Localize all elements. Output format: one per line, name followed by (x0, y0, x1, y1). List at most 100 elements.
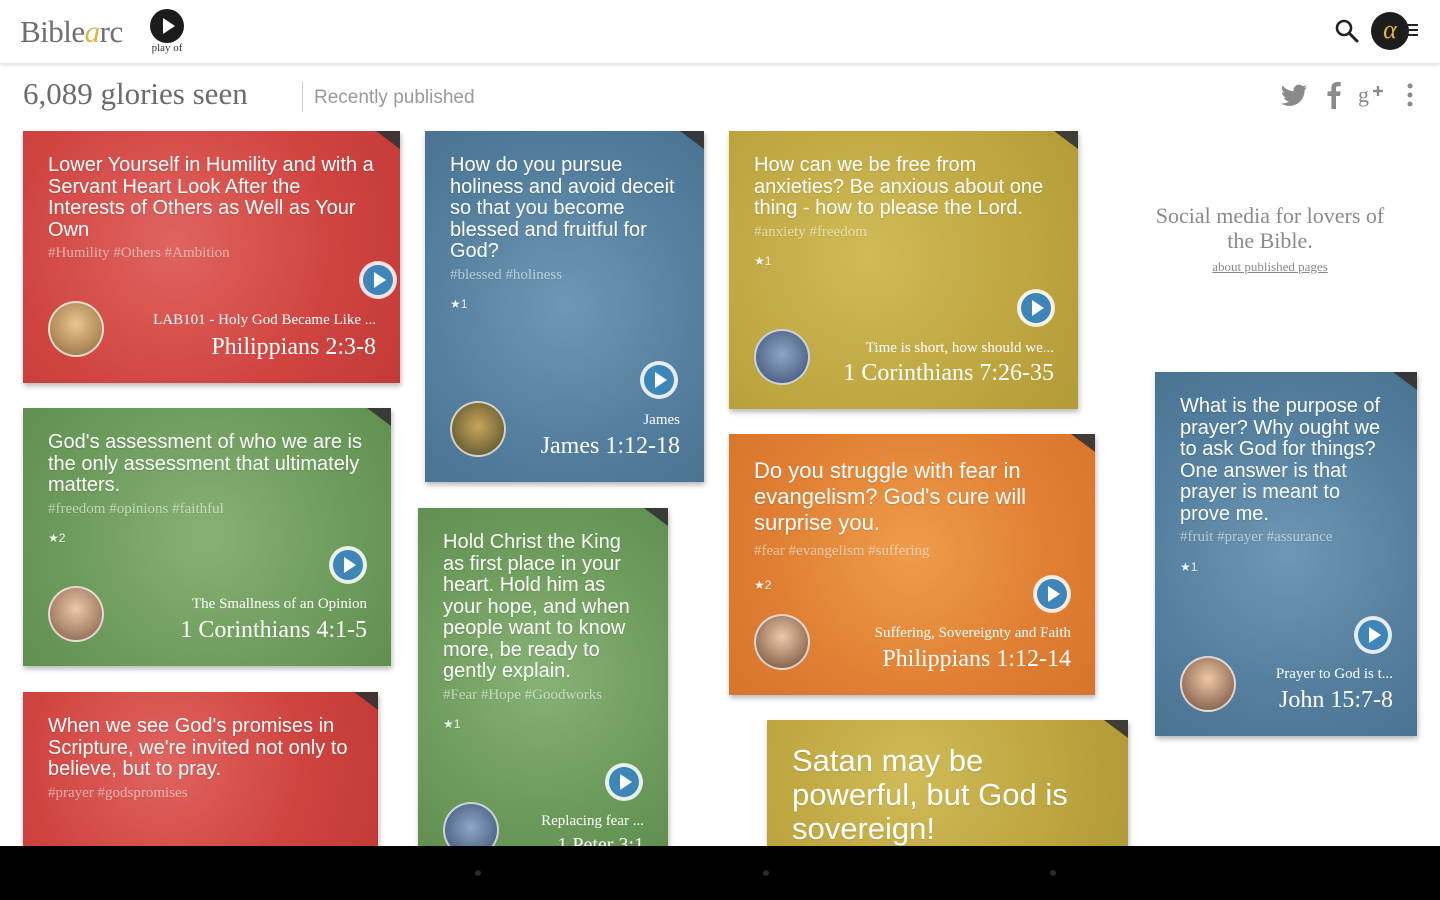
search-icon[interactable] (1334, 18, 1360, 44)
post-card[interactable]: Hold Christ the King as first place in y… (418, 508, 668, 846)
message-title[interactable]: Replacing fear ... (510, 813, 644, 830)
twitter-icon[interactable] (1280, 80, 1310, 110)
post-quote: Satan may be powerful, but God is sovere… (792, 743, 1068, 846)
post-quote-block: Hold Christ the King as first place in y… (443, 531, 644, 736)
post-quote: How do you pursue holiness and avoid dec… (450, 154, 675, 262)
post-tags[interactable]: #fear #evangelism #suffering (754, 538, 1071, 564)
post-tags[interactable]: #Humility #Others #Ambition (48, 243, 376, 265)
glories-count: 6,089 glories seen (23, 76, 248, 111)
post-card[interactable]: When we see God's promises in Scripture,… (23, 692, 378, 846)
brand-text-bible: Bible (20, 14, 85, 49)
site-description: Social media for lovers of the Bible. ab… (1140, 203, 1400, 275)
app-logo[interactable]: Biblearc (20, 14, 123, 50)
post-quote: How can we be free from anxieties? Be an… (754, 154, 1044, 219)
post-card[interactable]: How can we be free from anxieties? Be an… (729, 131, 1078, 409)
play-of-button[interactable]: play of (147, 9, 189, 55)
page-fold (680, 131, 704, 149)
play-audio-button[interactable] (605, 763, 643, 801)
message-title[interactable]: James (517, 412, 680, 429)
tagline: Social media for lovers of the Bible. (1155, 203, 1385, 253)
play-audio-button[interactable] (640, 361, 678, 399)
message-title[interactable]: Suffering, Sovereignty and Faith (821, 625, 1071, 642)
page-fold (644, 508, 668, 526)
play-audio-button[interactable] (1017, 289, 1055, 327)
star-count[interactable]: ★1 (450, 294, 680, 316)
play-audio-button[interactable] (1354, 616, 1392, 654)
app-bar: Biblearc play of α (0, 0, 1440, 64)
post-quote-block: Do you struggle with fear in evangelism?… (754, 458, 1071, 598)
post-tags[interactable]: #blessed #holiness (450, 265, 680, 287)
play-audio-button[interactable] (329, 546, 367, 584)
author-avatar[interactable] (754, 329, 810, 385)
message-title[interactable]: The Smallness of an Opinion (115, 596, 367, 613)
post-card[interactable]: Do you struggle with fear in evangelism?… (729, 434, 1095, 695)
message-title[interactable]: LAB101 - Holy God Became Like ... (115, 312, 376, 329)
page-fold (354, 692, 378, 710)
sort-filter-label[interactable]: Recently published (314, 87, 475, 109)
post-tags[interactable]: #prayer #godspromises (48, 783, 354, 805)
post-card[interactable]: Satan may be powerful, but God is sovere… (767, 720, 1128, 846)
facebook-icon[interactable] (1322, 80, 1346, 110)
author-avatar[interactable] (450, 401, 506, 457)
message-title[interactable]: Time is short, how should we... (821, 340, 1054, 357)
brand-text-rc: rc (99, 14, 124, 49)
scripture-reference[interactable]: Philippians 2:3-8 (211, 334, 376, 361)
star-count[interactable]: ★2 (48, 528, 367, 550)
page-fold (1104, 720, 1128, 738)
scripture-reference[interactable]: John 15:7-8 (1279, 687, 1393, 714)
post-quote-block: God's assessment of who we are is the on… (48, 431, 367, 550)
post-tags[interactable]: #anxiety #freedom (754, 222, 1054, 244)
post-tags[interactable]: #Fear #Hope #Goodworks (443, 685, 644, 707)
home-button[interactable] (763, 870, 769, 876)
page-fold (367, 408, 391, 426)
page-fold (1054, 131, 1078, 149)
scripture-reference[interactable]: 1 Corinthians 7:26-35 (843, 360, 1054, 387)
page-fold (1071, 434, 1095, 452)
post-quote-block: Lower Yourself in Humility and with a Se… (48, 154, 376, 265)
post-quote: God's assessment of who we are is the on… (48, 431, 362, 496)
star-count[interactable]: ★1 (1180, 557, 1393, 579)
author-avatar[interactable] (48, 586, 104, 642)
post-card[interactable]: God's assessment of who we are is the on… (23, 408, 391, 666)
system-navigation-bar (0, 846, 1440, 900)
author-avatar[interactable] (443, 802, 499, 846)
post-card[interactable]: What is the purpose of prayer? Why ought… (1155, 372, 1417, 736)
google-plus-icon[interactable]: g (1356, 80, 1386, 110)
brand-text-a: a (84, 14, 101, 49)
post-quote: When we see God's promises in Scripture,… (48, 715, 348, 780)
author-avatar[interactable] (48, 301, 104, 357)
author-avatar[interactable] (1180, 656, 1236, 712)
post-quote-block: How do you pursue holiness and avoid dec… (450, 154, 680, 316)
star-count[interactable]: ★1 (443, 714, 644, 736)
play-of-label: play of (151, 42, 183, 54)
about-link[interactable]: about published pages (1140, 259, 1400, 275)
back-button[interactable] (475, 870, 481, 876)
post-quote: Do you struggle with fear in evangelism?… (754, 458, 1026, 535)
message-title[interactable]: Prayer to God is t... (1247, 666, 1393, 683)
page-fold (376, 131, 400, 149)
play-audio-button[interactable] (359, 261, 397, 299)
post-quote-block: How can we be free from anxieties? Be an… (754, 154, 1054, 273)
star-count[interactable]: ★1 (754, 251, 1054, 273)
play-icon (150, 9, 184, 43)
post-tags[interactable]: #fruit #prayer #assurance (1180, 527, 1393, 549)
scripture-reference[interactable]: 1 Corinthians 4:1-5 (180, 617, 367, 644)
post-card[interactable]: Lower Yourself in Humility and with a Se… (23, 131, 400, 383)
post-quote-block: What is the purpose of prayer? Why ought… (1180, 395, 1393, 579)
post-tags[interactable]: #freedom #opinions #faithful (48, 499, 367, 521)
play-audio-button[interactable] (1033, 575, 1071, 613)
star-count[interactable]: ★2 (754, 572, 1071, 598)
author-avatar[interactable] (754, 614, 810, 670)
scripture-reference[interactable]: Philippians 1:12-14 (882, 646, 1071, 673)
post-quote: What is the purpose of prayer? Why ought… (1180, 395, 1381, 525)
post-card[interactable]: How do you pursue holiness and avoid dec… (425, 131, 704, 482)
scripture-reference[interactable]: James 1:12-18 (541, 433, 680, 460)
divider (302, 82, 303, 112)
recent-apps-button[interactable] (1050, 870, 1056, 876)
menu-icon[interactable] (1404, 24, 1418, 38)
svg-text:g: g (1358, 82, 1369, 107)
post-quote-block: Satan may be powerful, but God is sovere… (792, 744, 1104, 846)
more-options-icon[interactable] (1400, 80, 1420, 110)
scripture-reference[interactable]: 1 Peter 3:1 (557, 834, 644, 846)
post-quote: Hold Christ the King as first place in y… (443, 531, 630, 682)
